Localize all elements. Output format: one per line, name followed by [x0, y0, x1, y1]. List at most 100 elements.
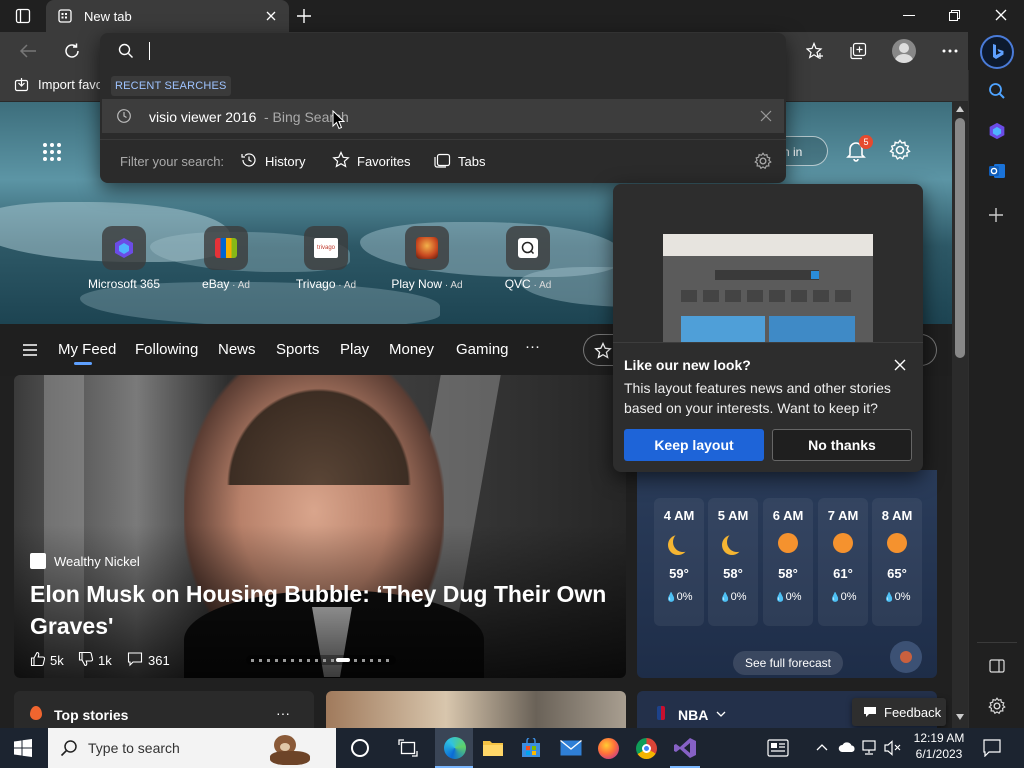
- back-icon[interactable]: [19, 43, 37, 59]
- tab-new-tab[interactable]: New tab: [46, 0, 289, 32]
- taskbar-firefox[interactable]: [598, 738, 619, 759]
- scroll-up-icon[interactable]: [956, 106, 964, 112]
- star-icon: [332, 151, 350, 168]
- close-tab-icon[interactable]: [265, 10, 277, 22]
- tab-strip: New tab: [0, 0, 1024, 32]
- search-settings-gear-icon[interactable]: [754, 152, 772, 170]
- feedback-button[interactable]: Feedback: [852, 698, 946, 726]
- carousel-dots[interactable]: [246, 655, 396, 665]
- import-icon: [14, 77, 30, 93]
- scrollbar-thumb[interactable]: [955, 118, 965, 358]
- popup-body: This layout features news and other stor…: [624, 380, 891, 416]
- remove-suggestion-icon[interactable]: [760, 110, 772, 122]
- action-center-icon[interactable]: [983, 739, 1001, 757]
- feed-tab-news[interactable]: News: [218, 341, 256, 358]
- top-stories-card[interactable]: Top stories ···: [14, 691, 314, 731]
- sidebar-microsoft365-icon[interactable]: [988, 122, 1006, 140]
- feed-tab-play[interactable]: Play: [340, 341, 369, 358]
- chrome-icon: [636, 738, 657, 759]
- sidebar-add-icon[interactable]: [989, 208, 1003, 222]
- quick-link-trivago[interactable]: trivago Trivago · Ad: [280, 224, 372, 294]
- start-button[interactable]: [14, 739, 32, 757]
- page-scrollbar[interactable]: [952, 102, 968, 728]
- feed-tab-sports[interactable]: Sports: [276, 341, 319, 358]
- quick-link-play-now[interactable]: Play Now · Ad: [381, 224, 473, 294]
- collections-icon[interactable]: [849, 42, 867, 60]
- hour-temp: 65°: [887, 566, 907, 581]
- task-view-icon[interactable]: [398, 739, 418, 757]
- feedback-icon: [864, 707, 876, 717]
- weather-map-button[interactable]: [890, 641, 922, 673]
- taskbar-edge-app[interactable]: [435, 728, 473, 768]
- popup-close-icon[interactable]: [894, 359, 906, 371]
- chevron-down-icon[interactable]: [716, 711, 726, 717]
- taskbar-visual-studio[interactable]: [674, 738, 696, 758]
- address-bar-dropdown: RECENT SEARCHES visio viewer 2016 - Bing…: [100, 33, 786, 183]
- sidebar-outlook-icon[interactable]: [988, 162, 1006, 180]
- quick-link-microsoft365[interactable]: Microsoft 365: [78, 224, 170, 294]
- precip: 0%: [894, 591, 911, 603]
- new-tab-icon: [58, 9, 72, 23]
- quick-link-label: Play Now: [391, 277, 443, 291]
- profile-avatar[interactable]: [892, 39, 916, 63]
- taskbar-store[interactable]: [521, 738, 541, 758]
- sidebar-settings-gear-icon[interactable]: [988, 697, 1006, 715]
- cortana-icon[interactable]: [351, 739, 369, 757]
- hour-label: 6 AM: [772, 508, 804, 523]
- feed-tab-following[interactable]: Following: [135, 341, 198, 358]
- bing-chat-button[interactable]: [980, 35, 1014, 69]
- page-settings-gear-icon[interactable]: [889, 139, 911, 161]
- address-bar-input[interactable]: [100, 33, 786, 69]
- clock-time: 12:19 AM: [913, 731, 965, 745]
- volume-muted-icon[interactable]: [884, 740, 902, 756]
- restore-button[interactable]: [949, 10, 960, 21]
- feed-tab-my-feed[interactable]: My Feed: [58, 341, 116, 358]
- sidebar-search-icon[interactable]: [988, 82, 1006, 100]
- feed-tab-money[interactable]: Money: [389, 341, 434, 358]
- favorites-star-icon[interactable]: [806, 42, 824, 60]
- droplet-icon: 💧: [665, 592, 677, 602]
- store-bag-icon: [522, 738, 540, 757]
- network-icon[interactable]: [862, 740, 880, 756]
- tab-actions-icon[interactable]: [15, 8, 31, 24]
- quick-link-ebay[interactable]: eBay · Ad: [180, 224, 272, 294]
- windows-logo-icon: [14, 739, 32, 757]
- taskbar-search-box[interactable]: Type to search: [48, 728, 336, 768]
- taskbar-clock[interactable]: 12:19 AM 6/1/2023: [906, 731, 972, 761]
- taskbar-mail[interactable]: [560, 740, 582, 756]
- notification-badge: 5: [859, 135, 873, 149]
- precip: 0%: [840, 591, 857, 603]
- refresh-icon[interactable]: [63, 42, 81, 60]
- notifications-bell-icon[interactable]: 5: [845, 135, 873, 162]
- news-widget-icon[interactable]: [767, 739, 789, 757]
- minimize-button[interactable]: [903, 15, 915, 16]
- feed-tab-more[interactable]: ···: [525, 338, 540, 355]
- new-tab-button[interactable]: [296, 8, 312, 24]
- story-image-card[interactable]: [326, 691, 626, 731]
- see-full-forecast-button[interactable]: See full forecast: [733, 651, 843, 675]
- keep-layout-button[interactable]: Keep layout: [624, 429, 764, 461]
- no-thanks-button[interactable]: No thanks: [772, 429, 912, 461]
- filter-favorites-label: Favorites: [357, 154, 411, 169]
- more-menu-icon[interactable]: [942, 49, 958, 53]
- sidebar-divider: [977, 642, 1017, 643]
- scroll-down-icon[interactable]: [956, 714, 964, 720]
- taskbar-chrome[interactable]: [636, 738, 657, 759]
- recent-search-item[interactable]: visio viewer 2016 - Bing Search: [102, 99, 784, 133]
- close-window-button[interactable]: [995, 9, 1007, 21]
- hamburger-menu-icon[interactable]: [22, 343, 38, 357]
- layout-preview-image: [663, 234, 873, 342]
- featured-article[interactable]: Wealthy Nickel Elon Musk on Housing Bubb…: [14, 375, 626, 678]
- apps-grid-icon[interactable]: [42, 142, 62, 162]
- comment-icon: [127, 652, 143, 667]
- new-layout-popup: Like our new look? This layout features …: [613, 184, 923, 472]
- taskbar-file-explorer[interactable]: [482, 739, 504, 757]
- show-hidden-icons-chevron[interactable]: [816, 743, 828, 751]
- feed-tab-gaming[interactable]: Gaming: [456, 341, 509, 358]
- article-headline[interactable]: Elon Musk on Housing Bubble: ‘They Dug T…: [30, 578, 620, 642]
- quick-link-qvc[interactable]: QVC · Ad: [482, 224, 574, 294]
- card-more-menu[interactable]: ···: [276, 705, 290, 721]
- sidebar-hide-icon[interactable]: [989, 659, 1005, 673]
- onedrive-cloud-icon[interactable]: [838, 741, 856, 753]
- edge-sidebar: [968, 70, 1024, 728]
